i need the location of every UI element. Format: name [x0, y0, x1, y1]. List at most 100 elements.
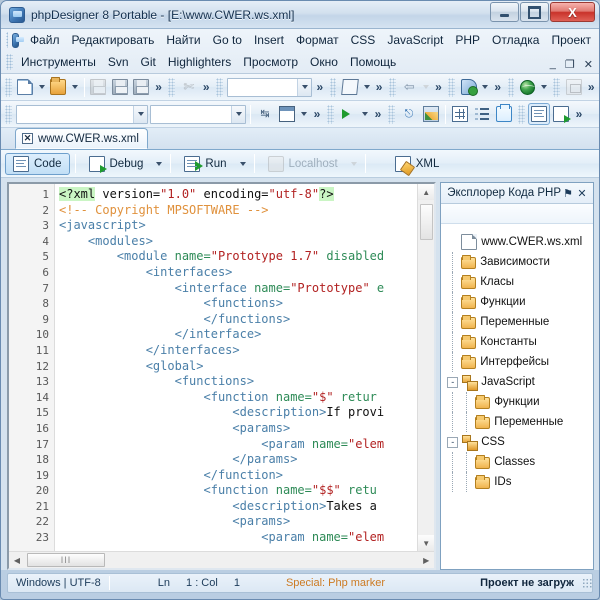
menu-item-php[interactable]: PHP	[449, 31, 486, 49]
tree-item[interactable]: Константы	[447, 332, 593, 352]
debug-button[interactable]: Debug	[81, 153, 152, 175]
toolbar-grip-6[interactable]	[448, 78, 455, 97]
menu-grip[interactable]	[6, 32, 8, 48]
localhost-button[interactable]: Localhost	[260, 153, 346, 175]
preview-dropdown[interactable]	[539, 76, 551, 98]
save-button[interactable]	[88, 76, 109, 98]
filter-dropdown[interactable]	[361, 76, 373, 98]
menu-item-view[interactable]: Просмотр	[237, 53, 304, 71]
code-line[interactable]: <global>	[55, 359, 417, 375]
tree-item[interactable]: Переменные	[447, 412, 593, 432]
preview-browser-button[interactable]	[517, 76, 538, 98]
restore-window-button[interactable]	[563, 76, 584, 98]
scroll-up-icon[interactable]: ▲	[418, 184, 435, 200]
menu-item-svn[interactable]: Svn	[102, 53, 135, 71]
menu-item-highlighters[interactable]: Highlighters	[162, 53, 237, 71]
run-script-button[interactable]	[337, 103, 359, 125]
toolbar-overflow-6[interactable]: »	[491, 76, 505, 98]
back-dropdown[interactable]	[420, 76, 432, 98]
menu-item-project[interactable]: Проект	[545, 31, 597, 49]
paint-dropdown[interactable]	[479, 76, 491, 98]
toolbar-overflow-10[interactable]: »	[572, 103, 586, 125]
xml-button[interactable]: XML	[387, 153, 448, 175]
toolbar-grip-11[interactable]	[388, 105, 395, 124]
code-line[interactable]: <function name="$" retur	[55, 390, 417, 406]
toolbar-grip-12[interactable]	[518, 105, 525, 124]
code-line[interactable]: <param name="elem	[55, 437, 417, 453]
toolbar-grip-9[interactable]	[5, 105, 12, 124]
toolbar-grip-2[interactable]	[168, 78, 175, 97]
toolbar-grip-10[interactable]	[327, 105, 334, 124]
menu-item-edit[interactable]: Редактировать	[65, 31, 160, 49]
tree-expander-icon[interactable]: -	[447, 437, 458, 448]
tree-item[interactable]: -JavaScript	[447, 372, 593, 392]
toolbar-combo-2[interactable]	[16, 105, 148, 124]
code-line[interactable]: <!-- Copyright MPSOFTWARE -->	[55, 203, 417, 219]
insert-image-button[interactable]	[420, 103, 442, 125]
code-text-area[interactable]: <?xml version="1.0" encoding="utf-8"?><!…	[55, 184, 417, 551]
code-line[interactable]: <module name="Prototype 1.7" disabled	[55, 249, 417, 265]
filter-button[interactable]	[339, 76, 360, 98]
toolbar-grip-3[interactable]	[216, 78, 223, 97]
code-line[interactable]: <modules>	[55, 234, 417, 250]
code-line[interactable]: </functions>	[55, 312, 417, 328]
scroll-left-icon[interactable]: ◀	[9, 552, 25, 569]
toolbar-overflow-9[interactable]: »	[371, 103, 385, 125]
chevron-down-icon[interactable]	[133, 106, 147, 123]
mdi-restore-button[interactable]: ❐	[565, 58, 575, 71]
tree-item[interactable]: Интерфейсы	[447, 352, 593, 372]
insert-list-button[interactable]	[471, 103, 493, 125]
code-line[interactable]: <params>	[55, 421, 417, 437]
menu-item-window[interactable]: Окно	[304, 53, 344, 71]
insert-link-button[interactable]: ⎋	[398, 103, 420, 125]
window-box-button[interactable]	[276, 103, 298, 125]
tree-item[interactable]: IDs	[447, 472, 593, 492]
close-button[interactable]: X	[550, 2, 595, 22]
code-line[interactable]: <interfaces>	[55, 265, 417, 281]
toolbar-overflow-3[interactable]: »	[313, 76, 327, 98]
chevron-down-icon[interactable]	[231, 106, 245, 123]
toolbar-combo-1[interactable]	[227, 78, 312, 97]
insert-div-button[interactable]	[493, 103, 515, 125]
explorer-tree[interactable]: www.CWER.ws.xmlЗависимостиКласыФункцииПе…	[441, 224, 593, 569]
paint-add-button[interactable]	[458, 76, 479, 98]
open-file-button[interactable]	[48, 76, 69, 98]
pin-icon[interactable]: ⚑	[561, 186, 575, 201]
tree-item[interactable]: Зависимости	[447, 252, 593, 272]
vertical-scroll-thumb[interactable]	[420, 204, 433, 240]
code-line[interactable]: <functions>	[55, 374, 417, 390]
code-line[interactable]: <params>	[55, 514, 417, 530]
close-icon[interactable]: ✕	[22, 133, 33, 144]
close-icon[interactable]: ✕	[575, 186, 589, 201]
code-tab-button[interactable]: Code	[5, 153, 70, 175]
menu-item-git[interactable]: Git	[135, 53, 162, 71]
document-tab[interactable]: ✕ www.CWER.ws.xml	[15, 128, 148, 149]
menu-item-javascript[interactable]: JavaScript	[381, 31, 449, 49]
menu-item-debug[interactable]: Отладка	[486, 31, 545, 49]
tree-item[interactable]: Класы	[447, 272, 593, 292]
menu-item-css[interactable]: CSS	[345, 31, 382, 49]
code-line[interactable]: </params>	[55, 452, 417, 468]
editor-horizontal-scrollbar[interactable]: ◀ III ▶	[9, 551, 434, 568]
code-line[interactable]: <interface name="Prototype" e	[55, 281, 417, 297]
mdi-close-button[interactable]: ✕	[584, 58, 593, 71]
new-file-dropdown[interactable]	[36, 76, 48, 98]
scroll-down-icon[interactable]: ▼	[418, 535, 435, 551]
code-line[interactable]: <?xml version="1.0" encoding="utf-8"?>	[55, 187, 417, 203]
resize-grip-icon[interactable]	[582, 578, 592, 588]
code-line[interactable]: <javascript>	[55, 218, 417, 234]
code-line[interactable]: <description>If provi	[55, 405, 417, 421]
debug-run-button[interactable]	[550, 103, 572, 125]
menu-item-help[interactable]: Помощь	[344, 53, 402, 71]
cut-button[interactable]: ✄	[178, 76, 199, 98]
toolbar-overflow-8[interactable]: »	[310, 103, 324, 125]
code-line[interactable]: <param name="elem	[55, 530, 417, 546]
tree-expander-icon[interactable]: -	[447, 377, 458, 388]
run-button[interactable]: Run	[176, 153, 234, 175]
horizontal-scroll-thumb[interactable]: III	[27, 553, 105, 567]
toolbar-overflow-1[interactable]: »	[152, 76, 166, 98]
scroll-right-icon[interactable]: ▶	[418, 552, 434, 569]
window-box-dropdown[interactable]	[298, 103, 310, 125]
menu-item-insert[interactable]: Insert	[248, 31, 290, 49]
code-line[interactable]: </interface>	[55, 327, 417, 343]
